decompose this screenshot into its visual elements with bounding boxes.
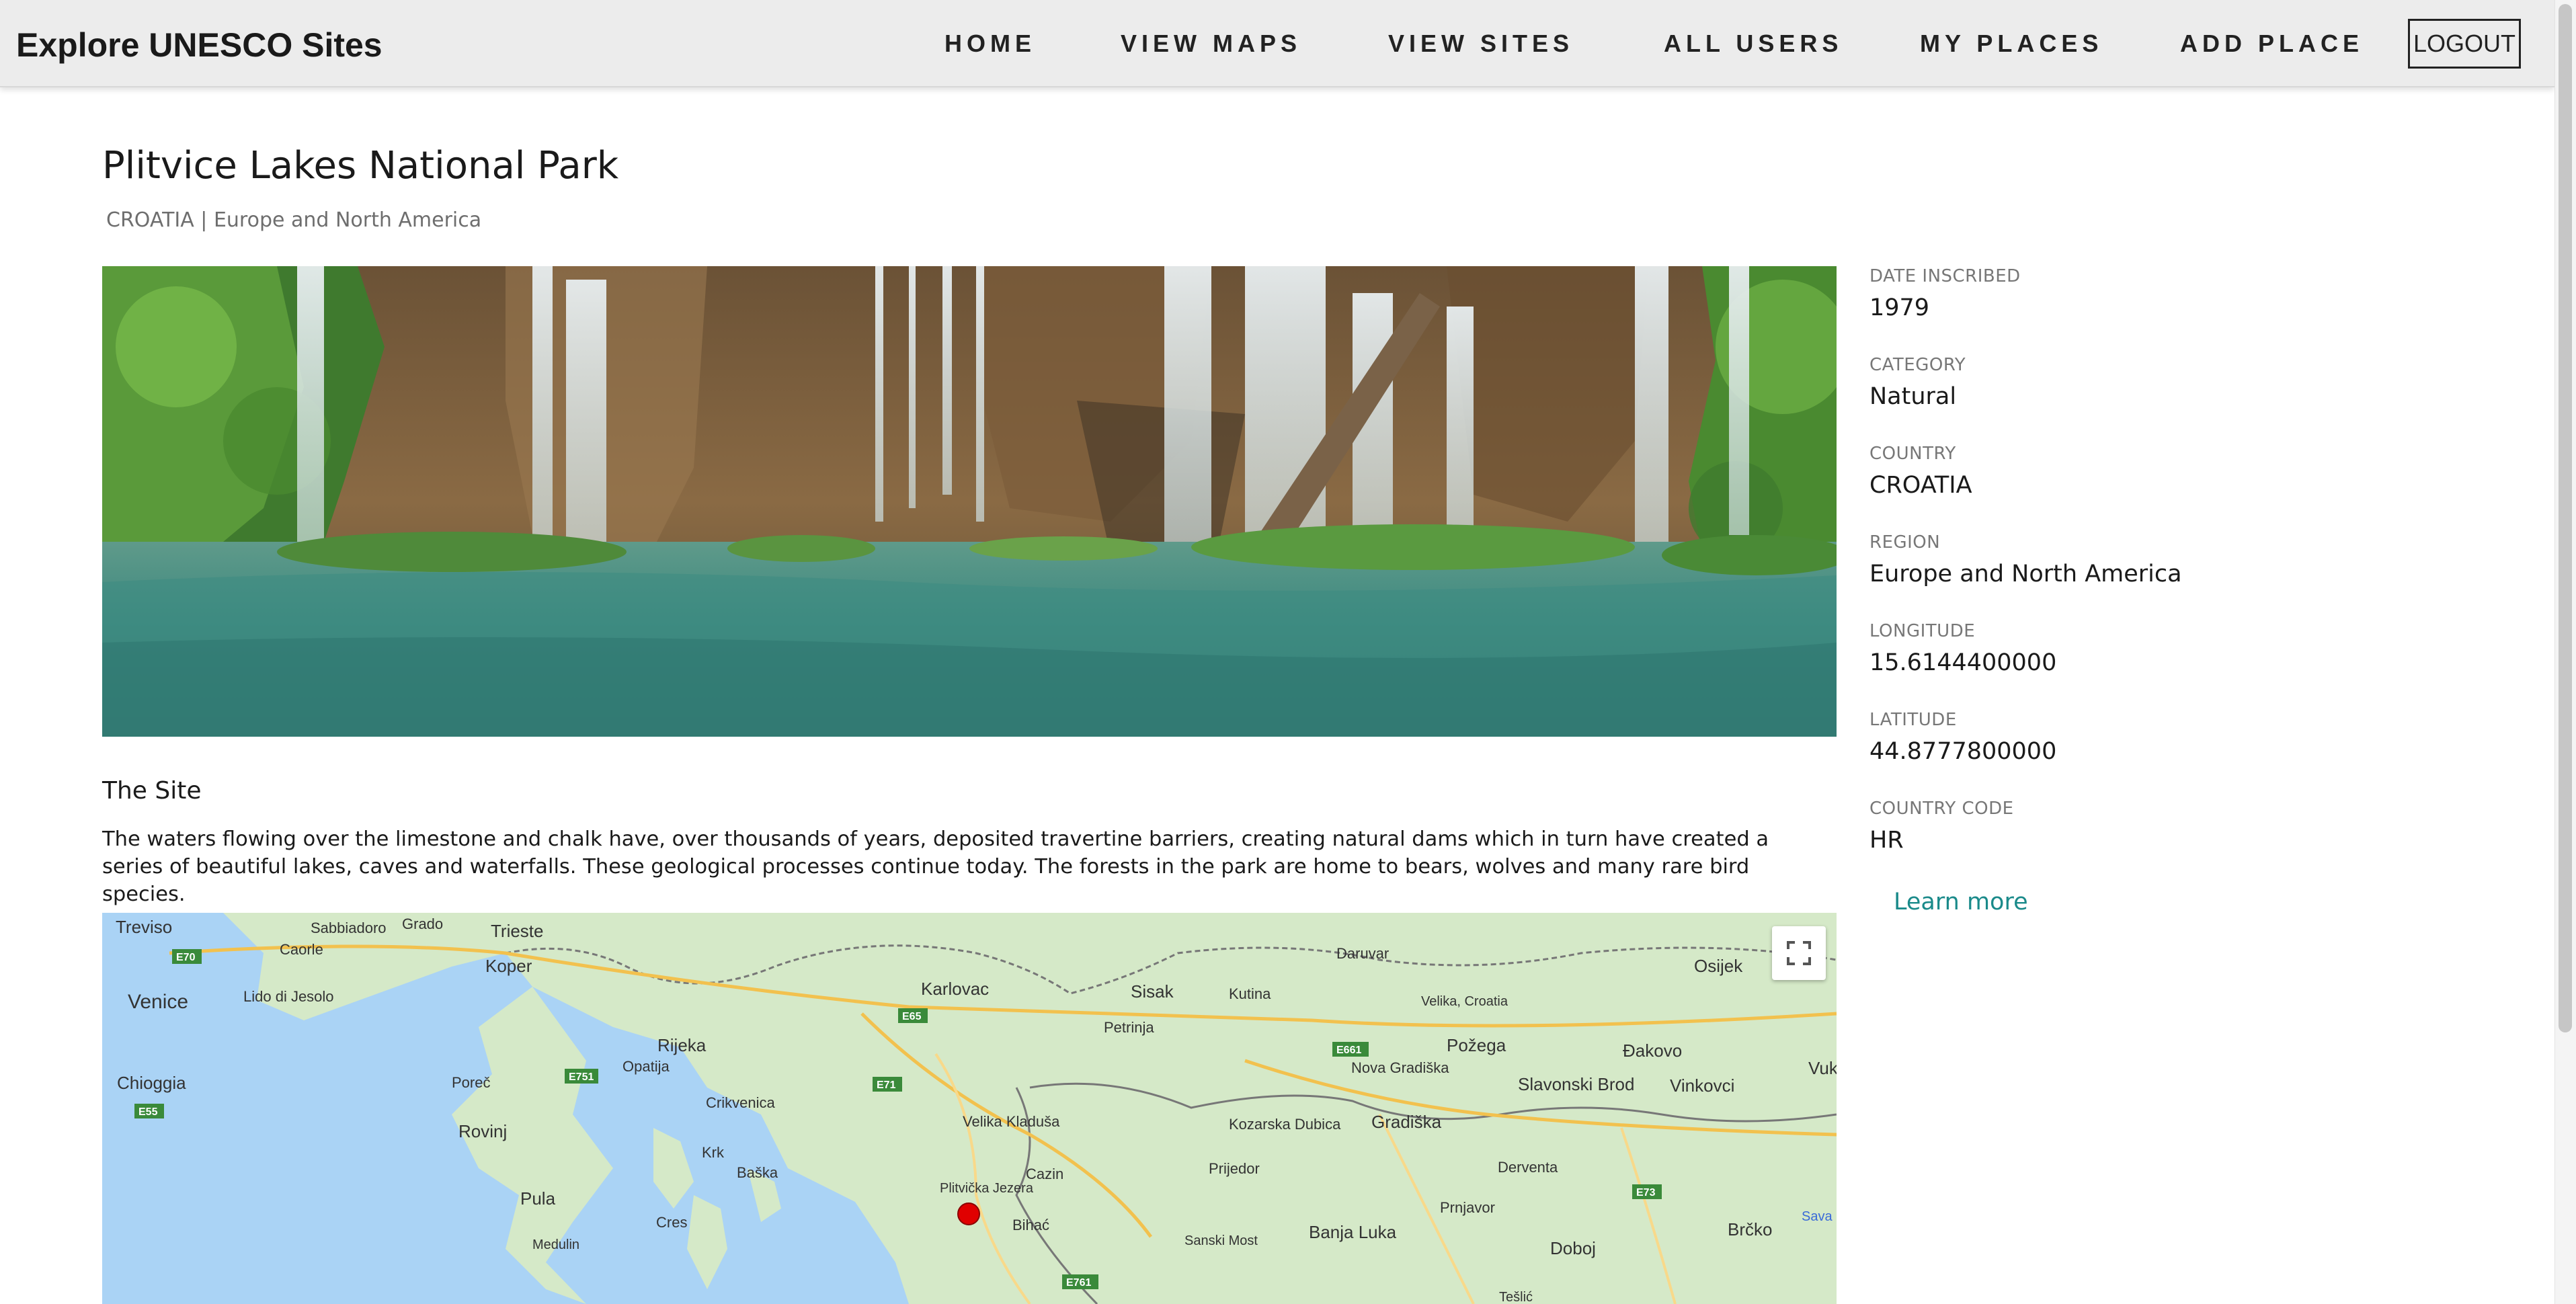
map-place-label: Požega: [1447, 1035, 1506, 1055]
nav-view-maps[interactable]: VIEW MAPS: [1121, 30, 1301, 58]
map-place-label: Trieste: [491, 921, 544, 941]
map-place-label: Petrinja: [1104, 1019, 1154, 1036]
site-location-marker[interactable]: [957, 1203, 980, 1225]
map-road-label: E55: [138, 1106, 158, 1118]
detail-value-date-inscribed: 1979: [1869, 294, 1930, 321]
detail-value-category: Natural: [1869, 383, 1957, 410]
map-place-label: Vukovar: [1808, 1058, 1837, 1078]
detail-label-longitude: LONGITUDE: [1869, 621, 1976, 641]
map-place-label: Lido di Jesolo: [243, 988, 334, 1005]
map-fullscreen-button[interactable]: [1772, 926, 1826, 980]
map-place-label: Koper: [485, 956, 532, 976]
map-place-label: Sabbiadoro: [311, 920, 387, 936]
detail-label-country-code: COUNTRY CODE: [1869, 799, 2014, 819]
nav-add-place[interactable]: ADD PLACE: [2180, 30, 2364, 58]
detail-label-category: CATEGORY: [1869, 355, 1966, 375]
map-place-label: Chioggia: [117, 1073, 186, 1093]
map-place-label: Tešlić: [1499, 1290, 1533, 1304]
map-place-label: Plitvička Jezera: [940, 1181, 1034, 1196]
map-place-label: Sanski Most: [1184, 1233, 1258, 1248]
scrollbar-thumb[interactable]: [2559, 4, 2572, 1032]
map-place-label: Velika Kladuša: [963, 1113, 1060, 1130]
detail-label-latitude: LATITUDE: [1869, 710, 1957, 730]
detail-label-region: REGION: [1869, 532, 1941, 553]
map-road-label: E65: [902, 1011, 922, 1022]
map-place-label: Sisak: [1131, 981, 1174, 1002]
map-place-label: Grado: [402, 915, 443, 932]
map-place-label: Derventa: [1498, 1159, 1558, 1176]
map-place-label: Opatija: [622, 1058, 670, 1075]
map-place-label: Đakovo: [1623, 1041, 1682, 1061]
map-place-label: Doboj: [1550, 1238, 1596, 1258]
map-place-label: Medulin: [532, 1237, 579, 1252]
map-place-label: Banja Luka: [1309, 1222, 1397, 1242]
map-place-label: Venice: [128, 991, 188, 1013]
map-place-label: Crikvenica: [706, 1094, 775, 1111]
nav-all-users[interactable]: ALL USERS: [1664, 30, 1843, 58]
map-place-label: Brčko: [1728, 1219, 1772, 1239]
map-place-label: Kutina: [1229, 985, 1271, 1002]
map-road-label: E71: [877, 1079, 896, 1091]
map-road-label: E73: [1636, 1187, 1656, 1198]
detail-value-region: Europe and North America: [1869, 561, 2182, 587]
map-place-label: Prnjavor: [1440, 1199, 1495, 1216]
top-navbar: Explore UNESCO Sites HOME VIEW MAPS VIEW…: [0, 0, 2554, 87]
map-place-label: Nova Gradiška: [1351, 1059, 1449, 1076]
nav-home[interactable]: HOME: [944, 30, 1036, 58]
map-place-label: Osijek: [1694, 956, 1743, 976]
map-place-label: Slavonski Brod: [1518, 1074, 1634, 1094]
map-place-label: Sava: [1802, 1209, 1833, 1224]
map-road-label: E751: [569, 1071, 594, 1083]
detail-value-country-code: HR: [1869, 827, 1904, 854]
detail-value-latitude: 44.8777800000: [1869, 738, 2057, 765]
map-place-label: Krk: [702, 1144, 725, 1161]
map-place-label: Karlovac: [921, 979, 989, 999]
map-place-label: Rovinj: [458, 1121, 507, 1141]
fullscreen-icon: [1787, 941, 1811, 965]
detail-value-longitude: 15.6144400000: [1869, 649, 2057, 676]
detail-label-country: COUNTRY: [1869, 444, 1956, 464]
map-place-label: Gradiška: [1371, 1112, 1442, 1132]
map-place-label: Rijeka: [657, 1035, 707, 1055]
map-place-label: Poreč: [452, 1074, 490, 1091]
map-place-label: Vinkovci: [1670, 1075, 1734, 1096]
site-map[interactable]: E70 E751 E55 E65 E71 E661 E73 E761 Trevi…: [102, 913, 1837, 1304]
logout-button[interactable]: LOGOUT: [2408, 19, 2521, 69]
map-place-label: Cres: [656, 1214, 687, 1231]
map-place-label: Cazin: [1026, 1166, 1063, 1182]
section-heading: The Site: [102, 777, 202, 805]
map-road-label: E661: [1336, 1045, 1361, 1056]
map-road-label: E70: [176, 952, 196, 963]
page-title: Plitvice Lakes National Park: [102, 144, 619, 188]
nav-my-places[interactable]: MY PLACES: [1920, 30, 2103, 58]
site-subtitle: CROATIA | Europe and North America: [106, 208, 482, 232]
nav-view-sites[interactable]: VIEW SITES: [1388, 30, 1574, 58]
site-description: The waters flowing over the limestone an…: [102, 827, 1769, 906]
map-place-label: Caorle: [280, 941, 323, 958]
map-place-label: Treviso: [116, 917, 172, 937]
map-place-label: Daruvar: [1336, 945, 1389, 962]
detail-value-country: CROATIA: [1869, 472, 1972, 499]
detail-label-date-inscribed: DATE INSCRIBED: [1869, 266, 2021, 286]
map-place-label: Kozarska Dubica: [1229, 1116, 1341, 1133]
map-place-label: Baška: [737, 1164, 778, 1181]
learn-more-link[interactable]: Learn more: [1894, 889, 2028, 915]
map-place-label: Bihać: [1012, 1217, 1049, 1233]
brand-title[interactable]: Explore UNESCO Sites: [16, 26, 383, 65]
site-photo: [102, 266, 1837, 737]
map-place-label: Velika, Croatia: [1421, 994, 1508, 1009]
map-place-label: Prijedor: [1209, 1160, 1260, 1177]
map-place-label: Pula: [520, 1188, 556, 1209]
map-road-label: E761: [1066, 1277, 1091, 1289]
